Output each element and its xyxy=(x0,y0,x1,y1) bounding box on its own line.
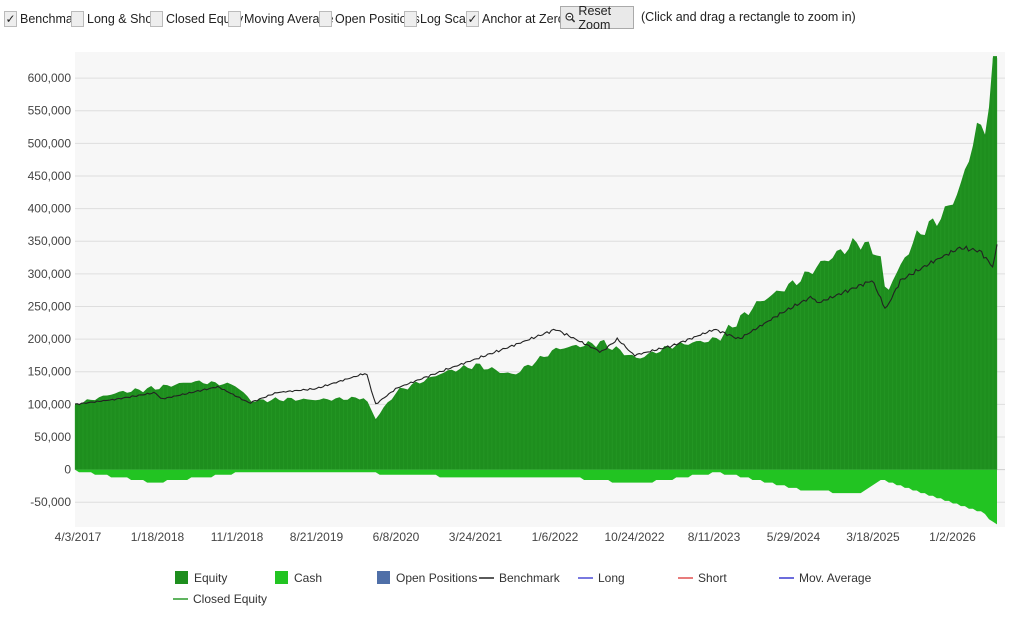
checkbox[interactable] xyxy=(228,11,241,27)
reset-zoom-button[interactable]: Reset Zoom xyxy=(560,3,634,32)
x-tick-label: 3/18/2025 xyxy=(846,530,900,544)
legend-item-equity: Equity xyxy=(175,571,227,585)
y-tick-label: 300,000 xyxy=(28,267,72,281)
y-tick-label: 0 xyxy=(64,463,71,477)
legend-label: Short xyxy=(698,571,727,585)
checkbox[interactable] xyxy=(404,11,417,27)
x-tick-label: 1/6/2022 xyxy=(532,530,579,544)
y-tick-label: 200,000 xyxy=(28,332,72,346)
legend-swatch xyxy=(175,571,188,584)
checkbox[interactable] xyxy=(71,11,84,27)
legend-label: Closed Equity xyxy=(193,592,267,606)
y-tick-label: 400,000 xyxy=(28,202,72,216)
zoom-hint: (Click and drag a rectangle to zoom in) xyxy=(641,10,856,24)
x-tick-label: 5/29/2024 xyxy=(767,530,821,544)
y-tick-label: 100,000 xyxy=(28,397,72,411)
y-tick-label: 50,000 xyxy=(34,430,71,444)
x-tick-label: 3/24/2021 xyxy=(449,530,503,544)
reset-zoom-label: Reset Zoom xyxy=(578,3,612,32)
x-tick-label: 4/3/2017 xyxy=(55,530,102,544)
equity-chart[interactable]: -50,000 0 50,000 100,000 150,000 200,000 250,0… xyxy=(0,36,1024,617)
legend-label: Open Positions xyxy=(396,571,477,585)
checkbox[interactable]: ✓ xyxy=(4,11,17,27)
checkbox[interactable] xyxy=(150,11,163,27)
option-log-scale[interactable]: Log Scale xyxy=(404,9,476,29)
legend-label: Long xyxy=(598,571,625,585)
chart-toolbar: ✓ Benchmark Long & Short Closed Equity Movin… xyxy=(0,0,1024,36)
zoom-out-icon xyxy=(565,12,576,23)
x-tick-label: 6/8/2020 xyxy=(373,530,420,544)
y-tick-label: -50,000 xyxy=(30,495,71,509)
y-tick-label: 350,000 xyxy=(28,234,72,248)
legend-item-cash: Cash xyxy=(275,571,322,585)
x-tick-label: 8/11/2023 xyxy=(688,530,741,544)
y-tick-label: 450,000 xyxy=(28,169,72,183)
y-tick-label: 250,000 xyxy=(28,299,72,313)
checkbox[interactable]: ✓ xyxy=(466,11,479,27)
y-tick-label: 550,000 xyxy=(28,104,72,118)
checkbox[interactable] xyxy=(319,11,332,27)
legend-swatch xyxy=(377,571,390,584)
y-tick-label: 600,000 xyxy=(28,71,72,85)
option-anchor-at-zero[interactable]: ✓ Anchor at Zero xyxy=(466,9,565,29)
option-label: Anchor at Zero xyxy=(482,12,565,26)
legend-label: Equity xyxy=(194,571,227,585)
x-tick-label: 11/1/2018 xyxy=(211,530,264,544)
x-tick-label: 8/21/2019 xyxy=(290,530,344,544)
y-tick-label: 500,000 xyxy=(28,136,72,150)
x-tick-label: 10/24/2022 xyxy=(604,530,664,544)
legend-label: Cash xyxy=(294,571,322,585)
x-tick-label: 1/2/2026 xyxy=(929,530,976,544)
legend-swatch xyxy=(275,571,288,584)
legend-label: Benchmark xyxy=(499,571,561,585)
legend-label: Mov. Average xyxy=(799,571,872,585)
option-moving-average[interactable]: Moving Average xyxy=(228,9,333,29)
option-long-short[interactable]: Long & Short xyxy=(71,9,160,29)
y-tick-label: 150,000 xyxy=(28,365,72,379)
x-tick-label: 1/18/2018 xyxy=(131,530,185,544)
